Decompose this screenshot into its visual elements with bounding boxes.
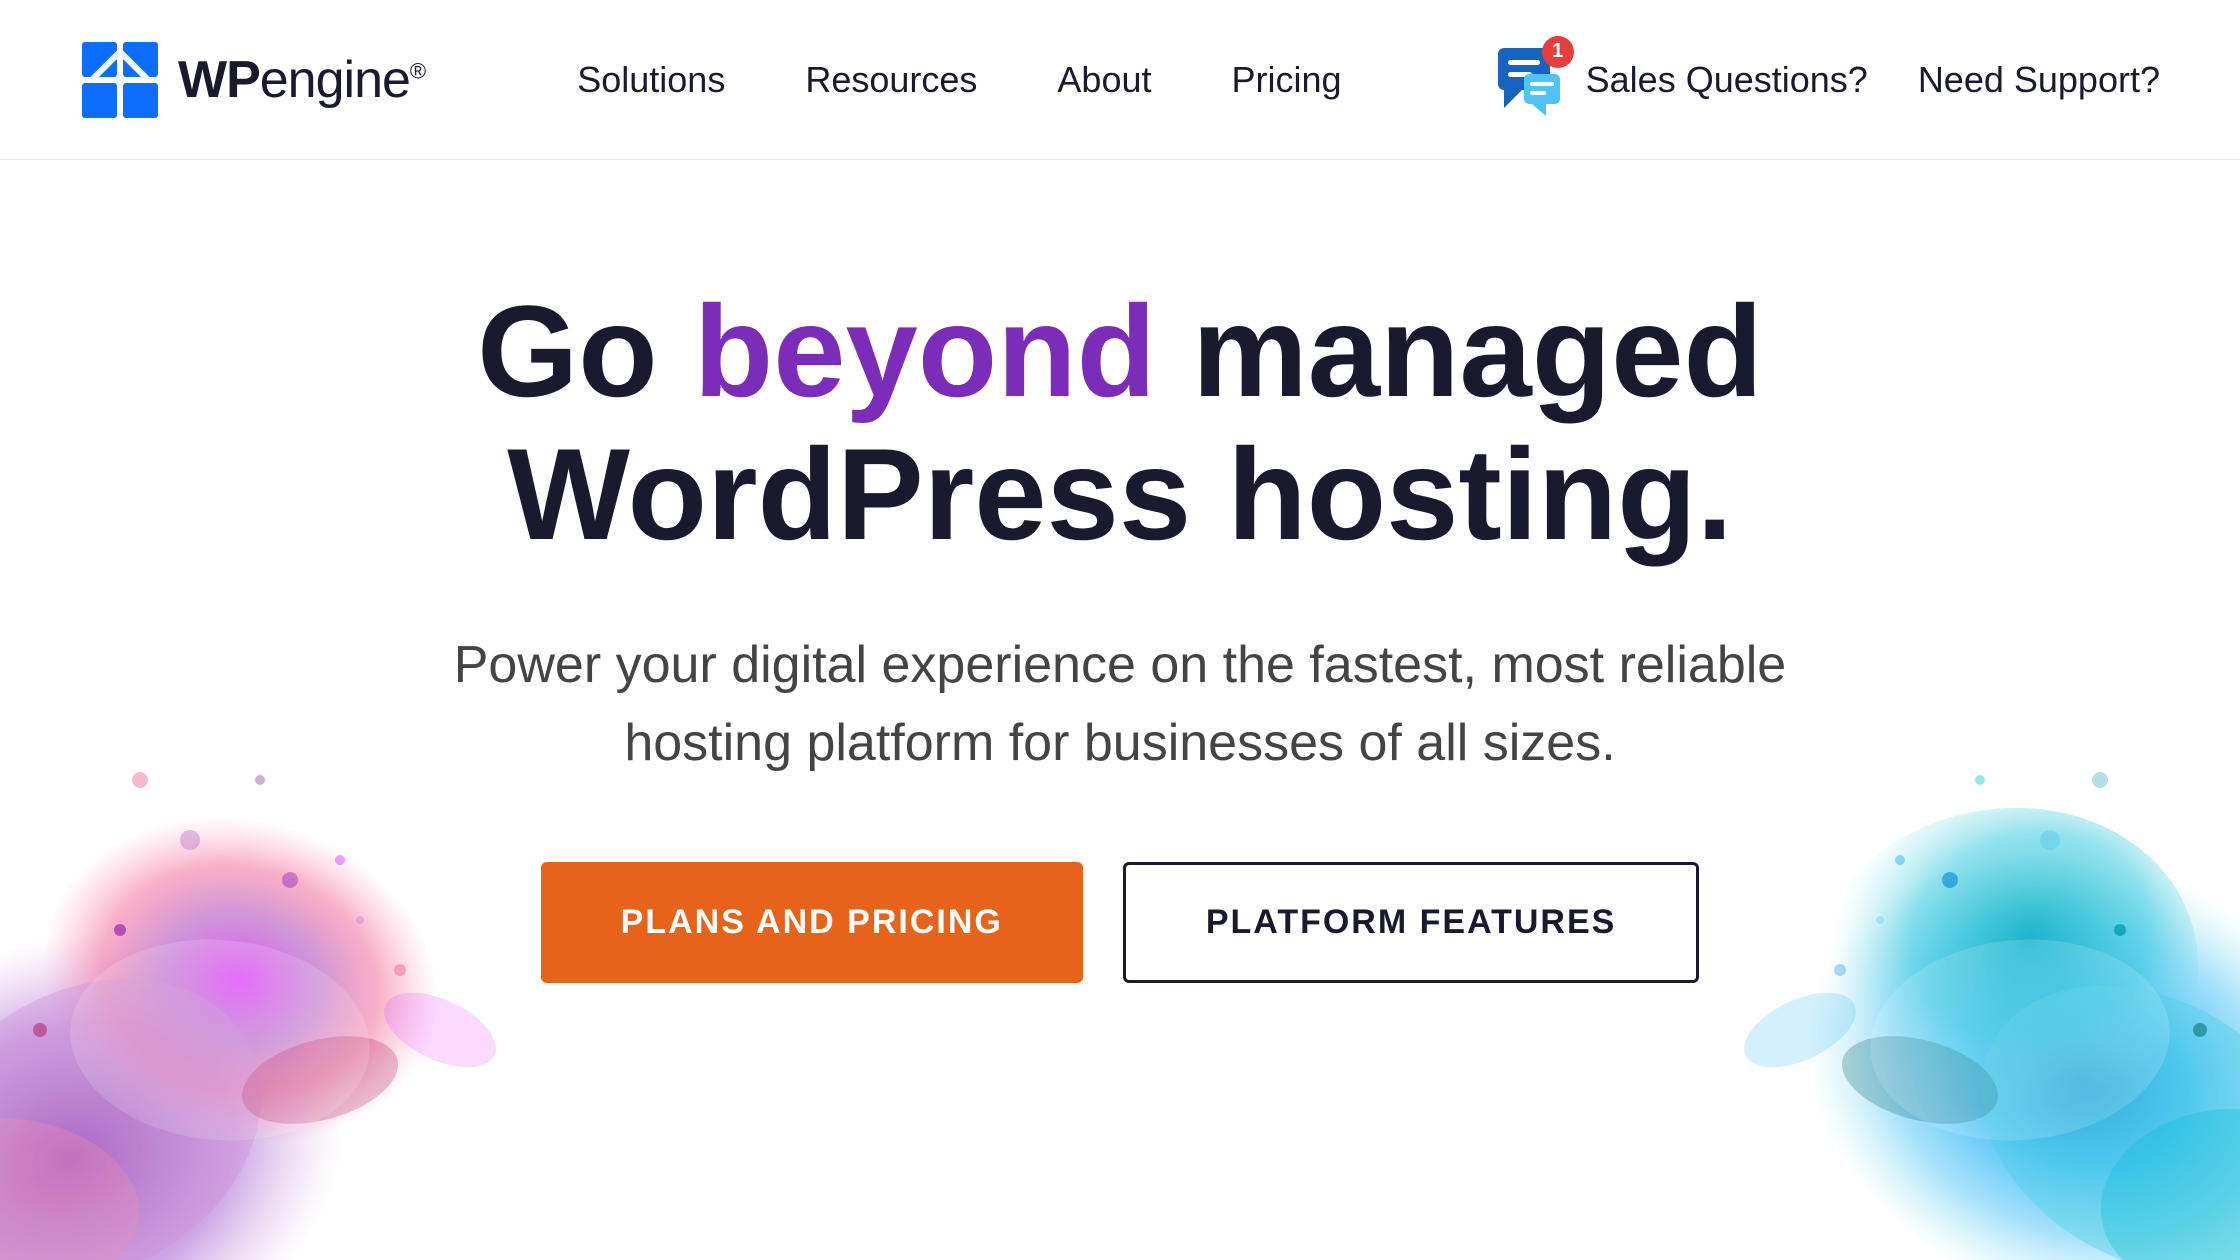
chat-widget[interactable]: 1 Sales Questions?: [1494, 44, 1868, 116]
plans-and-pricing-button[interactable]: PLANS AND PRICING: [541, 862, 1083, 983]
main-nav: Solutions Resources About Pricing: [577, 59, 1341, 101]
wpengine-logo-icon: [80, 40, 160, 120]
hero-content: Go beyond managed WordPress hosting. Pow…: [200, 280, 2040, 983]
logo-text: WPengine®: [178, 50, 425, 110]
nav-about[interactable]: About: [1057, 59, 1151, 101]
hero-section: Go beyond managed WordPress hosting. Pow…: [0, 160, 2240, 1260]
chat-icon-wrap: 1: [1494, 44, 1566, 116]
platform-features-button[interactable]: PLATFORM FEATURES: [1123, 862, 1700, 983]
nav-resources[interactable]: Resources: [805, 59, 977, 101]
nav-pricing[interactable]: Pricing: [1232, 59, 1342, 101]
nav-solutions[interactable]: Solutions: [577, 59, 725, 101]
sales-questions-link[interactable]: Sales Questions?: [1586, 59, 1868, 101]
hero-title: Go beyond managed WordPress hosting.: [270, 280, 1970, 566]
logo[interactable]: WPengine®: [80, 40, 425, 120]
hero-subtitle: Power your digital experience on the fas…: [370, 626, 1870, 782]
header-right: 1 Sales Questions? Need Support?: [1494, 44, 2160, 116]
hero-buttons: PLANS AND PRICING PLATFORM FEATURES: [200, 862, 2040, 983]
site-header: WPengine® Solutions Resources About Pric…: [0, 0, 2240, 160]
need-support-link[interactable]: Need Support?: [1918, 59, 2160, 101]
chat-notification-badge: 1: [1542, 36, 1574, 68]
